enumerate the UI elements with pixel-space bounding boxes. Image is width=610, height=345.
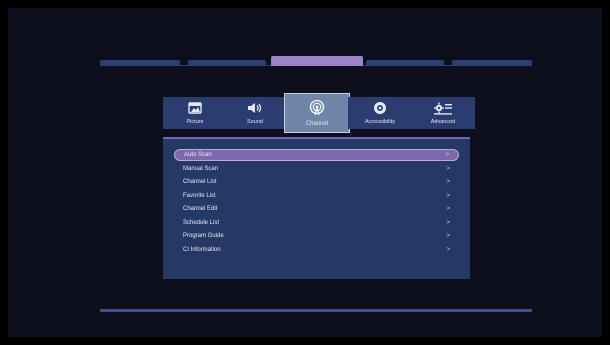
chevron-right-icon: > xyxy=(446,233,450,239)
chevron-right-icon: > xyxy=(446,220,450,226)
channel-menu-panel: Auto Scan > Manual Scan > Channel List >… xyxy=(163,137,470,279)
chevron-right-icon: > xyxy=(445,152,449,158)
menu-item-manual-scan[interactable]: Manual Scan > xyxy=(174,163,459,175)
menu-item-label: Favorite List xyxy=(183,193,216,199)
menu-item-channel-edit[interactable]: Channel Edit > xyxy=(174,203,459,215)
top-tab-2[interactable] xyxy=(188,60,266,66)
chevron-right-icon: > xyxy=(446,166,450,172)
menu-item-auto-scan[interactable]: Auto Scan > xyxy=(174,149,459,161)
tv-screen: Picture Sound Channel Accessibility Adva… xyxy=(8,8,602,337)
advanced-settings-icon xyxy=(434,101,452,115)
menu-item-schedule-list[interactable]: Schedule List > xyxy=(174,217,459,229)
category-sound[interactable]: Sound xyxy=(223,97,287,129)
top-tab-1[interactable] xyxy=(100,60,180,66)
menu-item-label: Auto Scan xyxy=(184,152,212,158)
antenna-icon xyxy=(309,100,325,116)
category-accessibility[interactable]: Accessibility xyxy=(348,97,412,129)
menu-item-channel-list[interactable]: Channel List > xyxy=(174,176,459,188)
menu-item-label: Channel Edit xyxy=(183,206,218,212)
chevron-right-icon: > xyxy=(446,247,450,253)
menu-item-label: CI Information xyxy=(183,247,221,253)
category-advanced[interactable]: Advanced xyxy=(411,97,475,129)
menu-item-ci-information[interactable]: CI Information > xyxy=(174,244,459,256)
chevron-right-icon: > xyxy=(446,179,450,185)
menu-item-label: Manual Scan xyxy=(183,166,219,172)
menu-item-favorite-list[interactable]: Favorite List > xyxy=(174,190,459,202)
chevron-right-icon: > xyxy=(446,193,450,199)
category-channel[interactable]: Channel xyxy=(284,93,350,133)
category-label: Channel xyxy=(305,121,329,127)
top-tab-3-active[interactable] xyxy=(271,56,363,66)
category-label: Accessibility xyxy=(365,119,395,125)
category-label: Picture xyxy=(186,119,204,125)
menu-item-label: Channel List xyxy=(183,179,217,185)
menu-item-label: Schedule List xyxy=(183,220,220,226)
menu-item-label: Program Guide xyxy=(183,233,224,239)
picture-icon xyxy=(188,101,202,115)
menu-item-program-guide[interactable]: Program Guide > xyxy=(174,230,459,242)
speaker-icon xyxy=(247,101,263,115)
top-tab-4[interactable] xyxy=(366,60,444,66)
category-label: Sound xyxy=(247,119,263,125)
category-label: Advanced xyxy=(430,119,456,125)
chevron-right-icon: > xyxy=(446,206,450,212)
category-picture[interactable]: Picture xyxy=(163,97,227,129)
bottom-bar xyxy=(100,309,532,312)
eye-icon xyxy=(373,101,387,115)
top-tab-5[interactable] xyxy=(452,60,532,66)
